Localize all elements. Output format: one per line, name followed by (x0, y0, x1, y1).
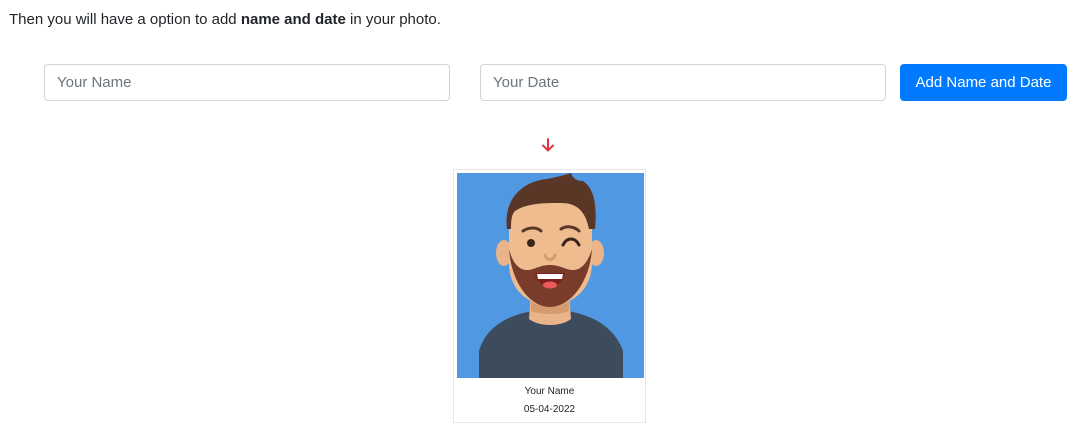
instruction-text: Then you will have a option to add name … (9, 10, 441, 30)
avatar-photo (457, 173, 644, 378)
instruction-text-start: Then you will have a option to add (9, 11, 241, 28)
add-name-and-date-button[interactable]: Add Name and Date (900, 64, 1067, 101)
arrow-down-icon (542, 138, 554, 152)
avatar-illustration (457, 173, 644, 378)
date-input[interactable] (480, 64, 886, 101)
photo-card: Your Name 05-04-2022 (453, 169, 646, 423)
photo-caption-date: 05-04-2022 (523, 404, 576, 415)
name-input[interactable] (44, 64, 450, 101)
photo-caption-name: Your Name (524, 386, 575, 397)
instruction-text-end: in your photo. (345, 11, 441, 28)
instruction-text-bold: name and date (240, 11, 346, 28)
